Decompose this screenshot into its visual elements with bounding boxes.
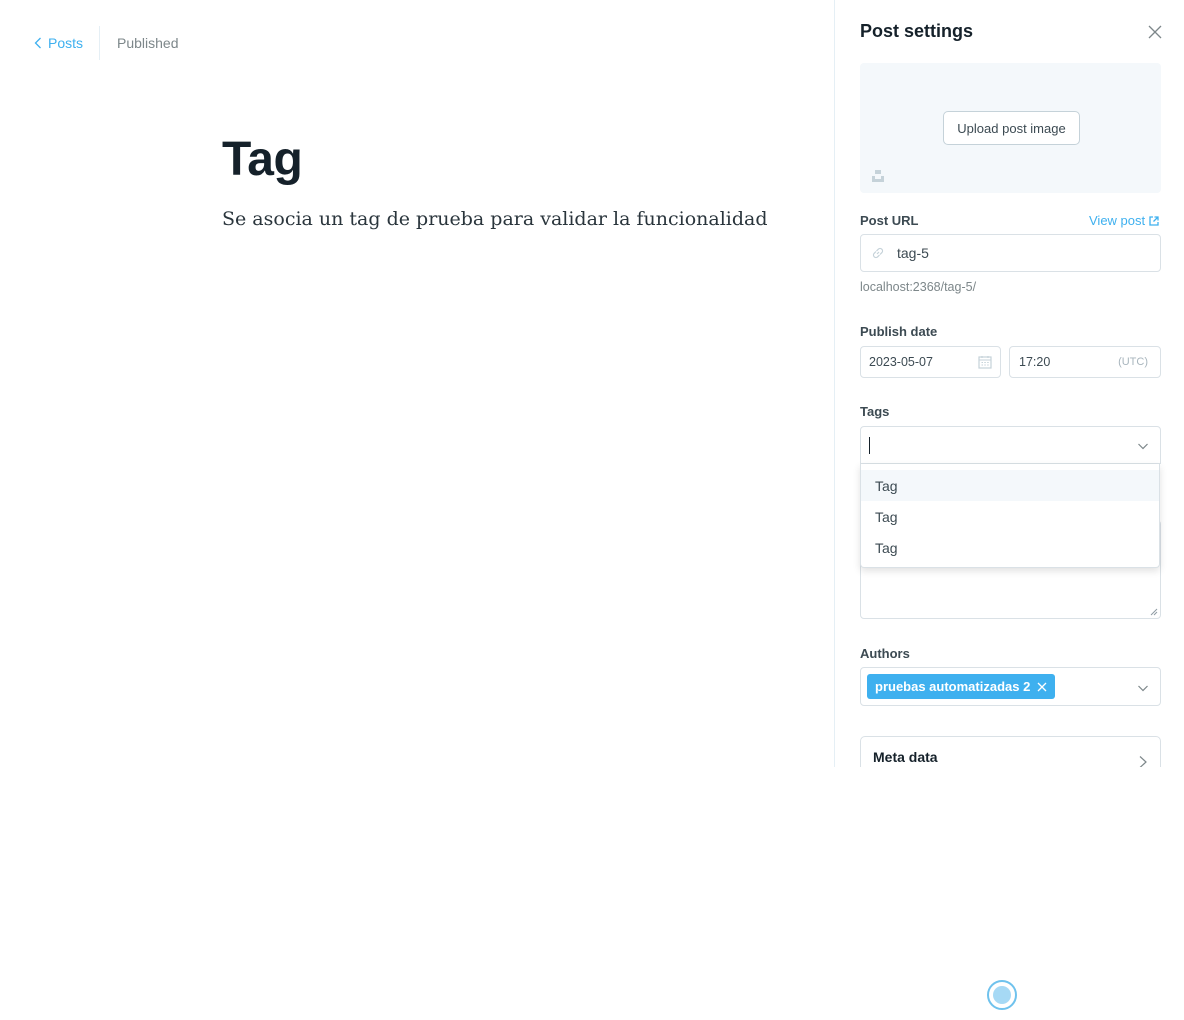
pointer-indicator xyxy=(987,980,1017,1010)
post-status: Published xyxy=(117,35,179,51)
authors-label: Authors xyxy=(860,646,910,661)
panel-title: Post settings xyxy=(860,21,974,41)
tags-label: Tags xyxy=(860,404,890,419)
author-name: pruebas automatizadas 2 xyxy=(875,679,1031,694)
meta-data-section[interactable]: Meta data xyxy=(860,736,1161,767)
timezone-label: (UTC) xyxy=(1118,356,1148,368)
tag-option[interactable]: Tag xyxy=(861,470,1159,501)
publish-time-value: 17:20 xyxy=(1019,355,1051,369)
unsplash-icon[interactable] xyxy=(871,169,885,183)
link-icon xyxy=(872,247,884,259)
close-icon[interactable] xyxy=(1147,24,1163,40)
tag-option[interactable]: Tag xyxy=(861,532,1159,563)
post-body[interactable]: Se asocia un tag de prueba para validar … xyxy=(222,208,768,230)
tags-dropdown: Tag Tag Tag xyxy=(860,464,1160,568)
chevron-down-icon[interactable] xyxy=(1137,441,1149,451)
meta-data-label: Meta data xyxy=(873,749,938,765)
publish-date-label: Publish date xyxy=(860,324,938,339)
post-title[interactable]: Tag xyxy=(222,132,303,187)
post-url-field[interactable] xyxy=(860,234,1161,272)
publish-date-input[interactable]: 2023-05-07 xyxy=(860,346,1001,378)
chevron-right-icon xyxy=(1139,756,1147,767)
breadcrumb: Posts Published xyxy=(34,26,179,60)
post-url-label: Post URL xyxy=(860,213,919,228)
post-image-dropzone[interactable]: Upload post image xyxy=(860,63,1161,193)
calendar-icon[interactable] xyxy=(978,355,992,369)
author-chip[interactable]: pruebas automatizadas 2 xyxy=(867,674,1056,699)
chevron-down-icon[interactable] xyxy=(1137,683,1149,693)
upload-post-image-button[interactable]: Upload post image xyxy=(943,111,1080,145)
posts-back-link[interactable]: Posts xyxy=(34,26,99,60)
chevron-left-icon xyxy=(34,37,41,49)
external-link-icon xyxy=(1149,215,1159,226)
post-settings-panel: Post settings Upload post image Post URL… xyxy=(834,0,1184,767)
authors-input[interactable]: pruebas automatizadas 2 xyxy=(860,667,1161,706)
tags-input[interactable] xyxy=(860,426,1161,464)
tag-option[interactable]: Tag xyxy=(861,501,1159,532)
publish-time-input[interactable]: 17:20 (UTC) xyxy=(1009,346,1161,378)
remove-author-icon[interactable] xyxy=(1037,682,1047,692)
post-url-input[interactable] xyxy=(897,245,1137,261)
editor-area: Posts Published Tag Se asocia un tag de … xyxy=(0,0,834,767)
resize-grip-icon[interactable] xyxy=(1150,608,1158,616)
publish-date-value: 2023-05-07 xyxy=(869,355,933,369)
text-caret xyxy=(869,437,870,454)
posts-back-label: Posts xyxy=(48,35,84,51)
post-url-hint: localhost:2368/tag-5/ xyxy=(860,280,977,294)
view-post-link[interactable]: View post xyxy=(1089,213,1159,228)
view-post-label: View post xyxy=(1089,213,1146,228)
